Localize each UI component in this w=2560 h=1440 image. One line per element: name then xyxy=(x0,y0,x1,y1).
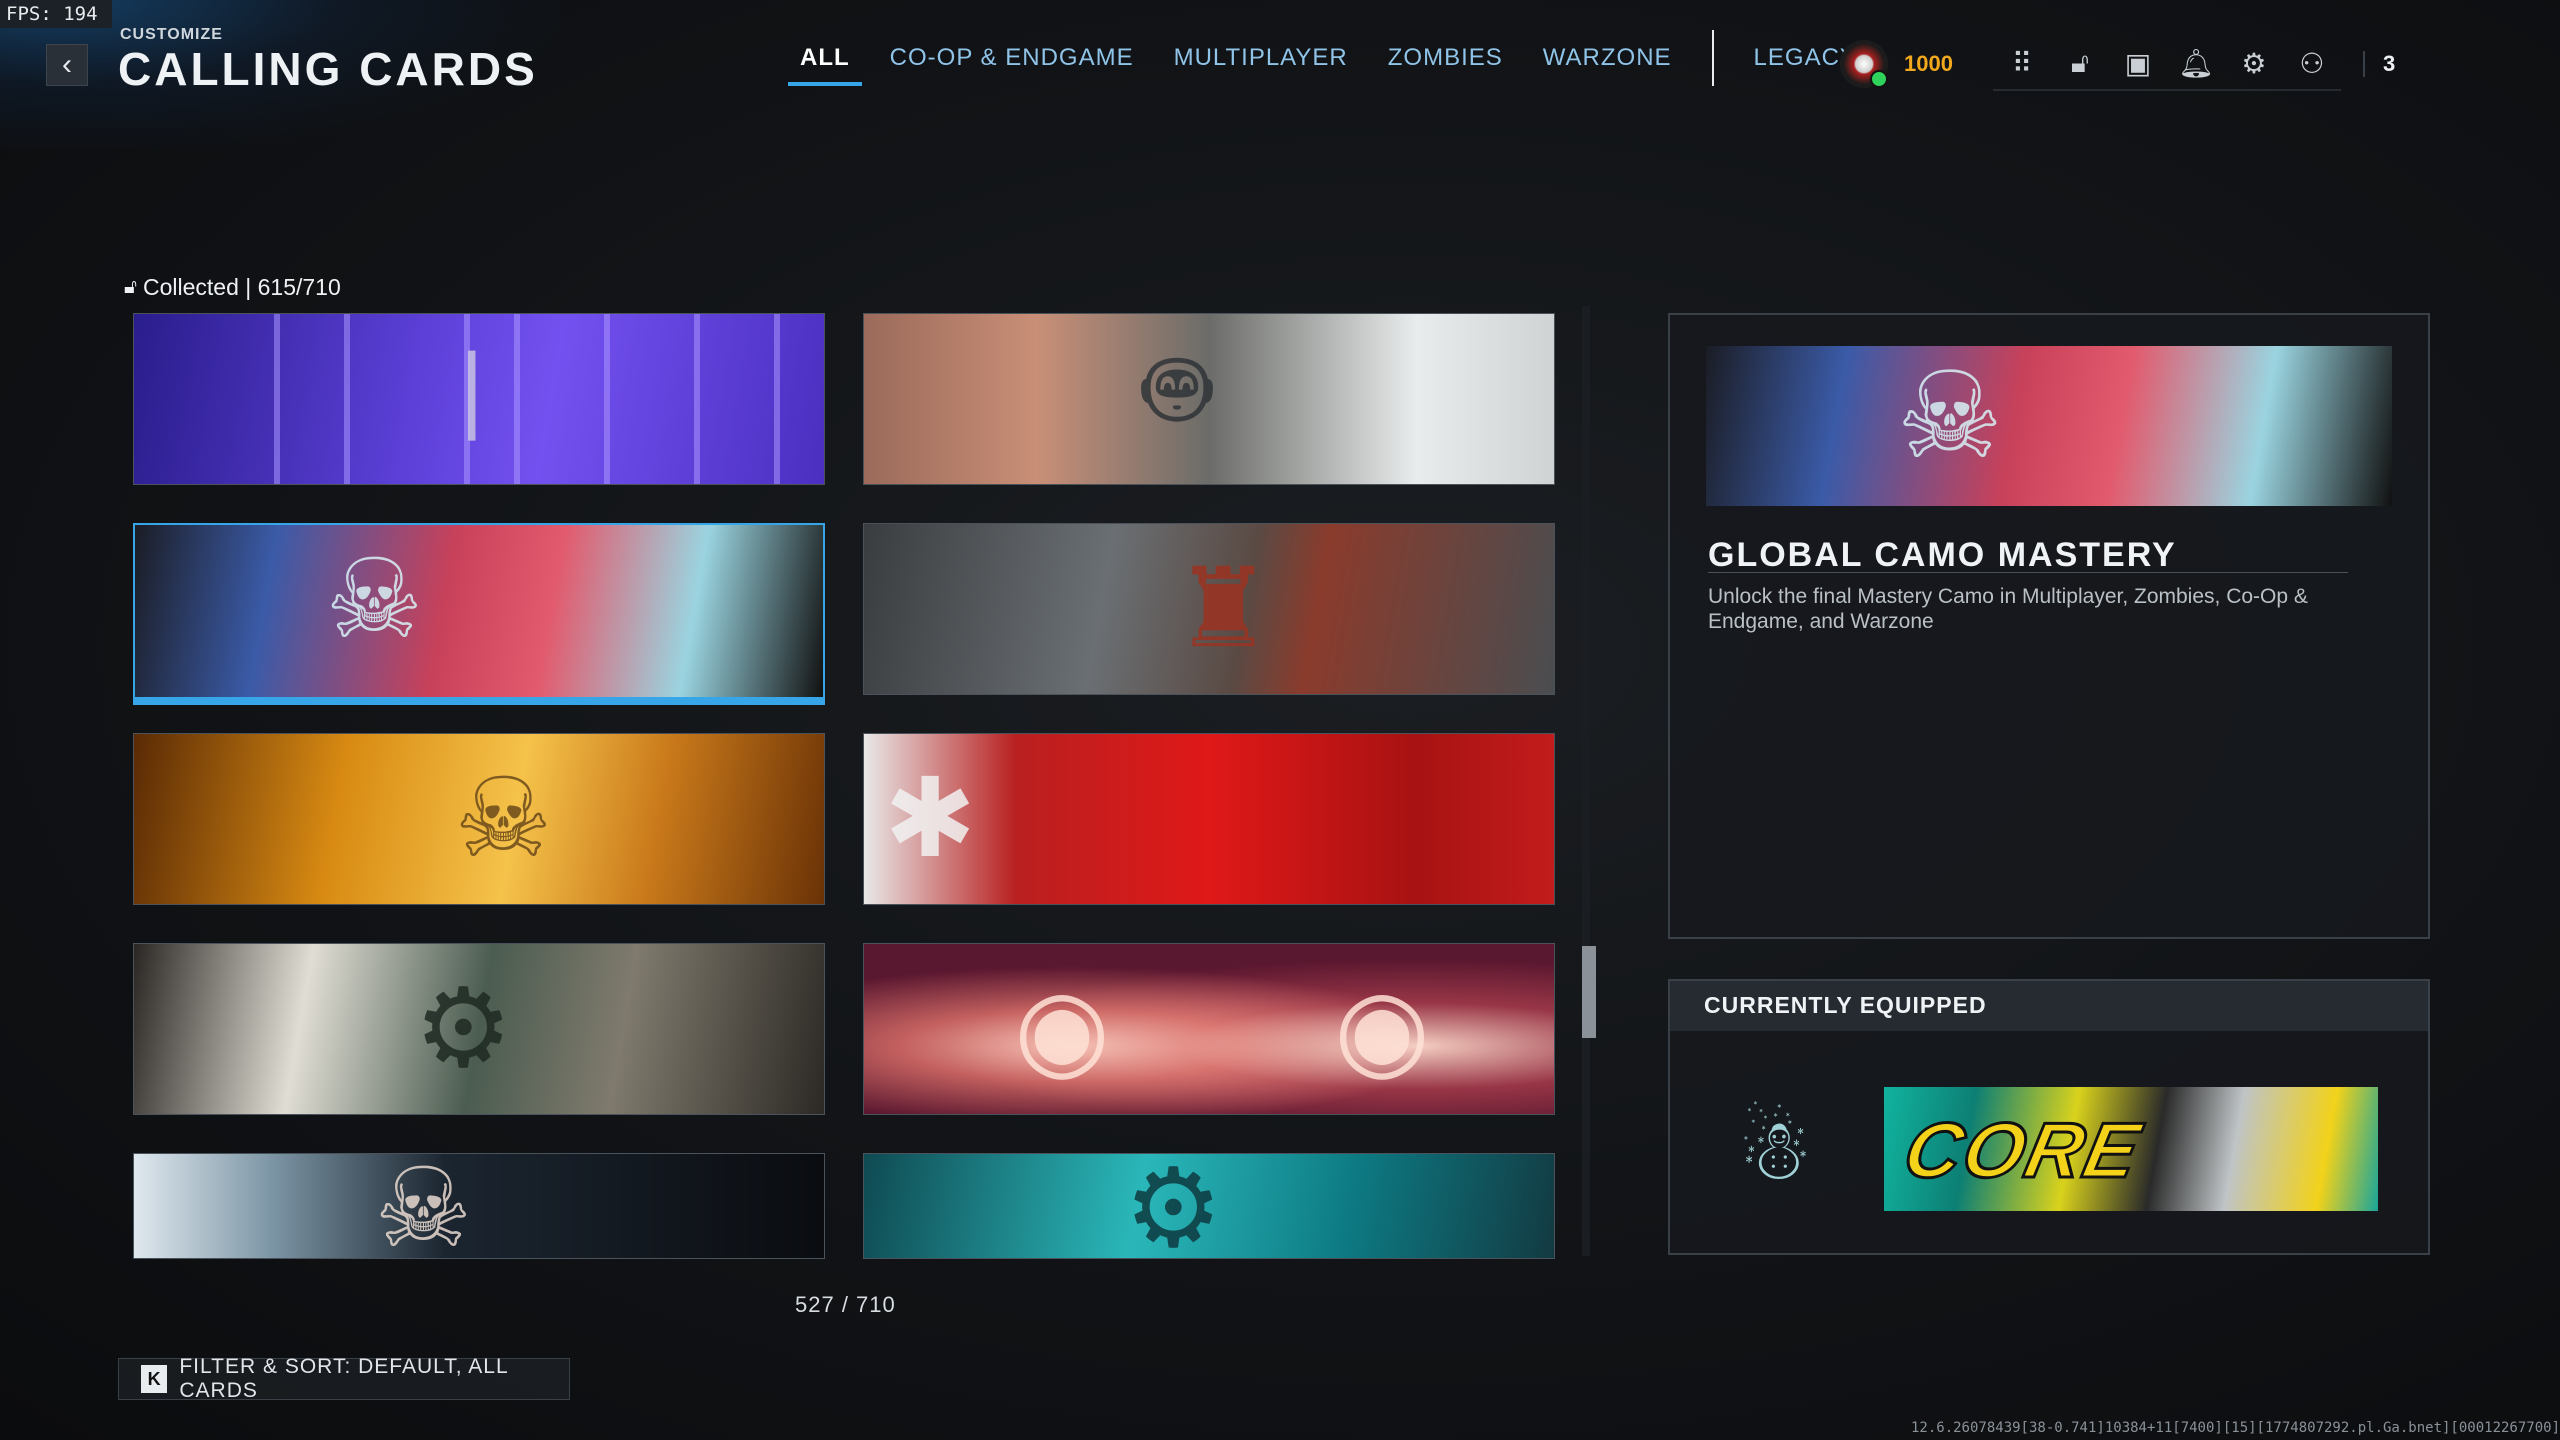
notification-bell-icon[interactable]: 🔔︎ xyxy=(2166,37,2225,91)
detail-divider xyxy=(1708,572,2348,573)
scrollbar-thumb[interactable] xyxy=(1582,946,1596,1038)
friends-count: 3 xyxy=(2362,51,2395,77)
chevron-left-icon: ‹ xyxy=(62,48,72,81)
hud-bar: 1000 ⠿ 🔓︎ ▣ 🔔︎ ⚙ ⚇ 3 xyxy=(1840,37,2395,91)
tab-divider xyxy=(1711,30,1714,86)
feather-icon: ❘ xyxy=(434,339,510,439)
calling-card-red-soldier[interactable]: ♜ xyxy=(863,523,1555,695)
equipped-emblem[interactable]: ☃ xyxy=(1720,1090,1830,1210)
calling-card-mech-desert[interactable]: 🤖︎ xyxy=(863,313,1555,485)
calling-card-purple-feather[interactable]: ❘ xyxy=(133,313,825,485)
build-version-string: 12.6.26078439[38-0.741]10384+11[7400][15… xyxy=(1910,1420,2560,1436)
mech-icon: ⚙ xyxy=(414,967,513,1090)
page-title: CALLING CARDS xyxy=(118,43,538,95)
eye-icon: ◉ xyxy=(1334,967,1430,1090)
tab-warzone[interactable]: WARZONE xyxy=(1543,44,1672,80)
skull-icon: ☠ xyxy=(454,757,553,880)
equipped-calling-card[interactable]: CORE xyxy=(1884,1087,2378,1211)
unlock-icon: 🔓︎ xyxy=(124,276,137,298)
eye-icon: ◉ xyxy=(1014,967,1110,1090)
back-button[interactable]: ‹ xyxy=(46,44,88,86)
calling-card-glowing-eyes[interactable]: ◉ ◉ xyxy=(863,943,1555,1115)
robot-icon: 🤖︎ xyxy=(1144,327,1210,450)
emblem-creature-icon: ☃ xyxy=(1737,1103,1813,1197)
store-icon[interactable]: ▣ xyxy=(2108,37,2167,91)
selected-card-preview: ☠ xyxy=(1706,346,2392,506)
scrollbar-track[interactable] xyxy=(1582,306,1590,1256)
grid-menu-icon[interactable]: ⠿ xyxy=(1992,37,2051,91)
tab-coop-endgame[interactable]: CO-OP & ENDGAME xyxy=(890,44,1134,80)
wasp-icon: ✱ xyxy=(884,757,977,880)
filter-sort-label: FILTER & SORT: DEFAULT, ALL CARDS xyxy=(179,1355,508,1402)
settings-gear-icon[interactable]: ⚙ xyxy=(2224,37,2283,91)
calling-card-neon-skull-selected[interactable]: ☠ xyxy=(133,523,825,699)
filter-sort-button[interactable]: K FILTER & SORT: DEFAULT, ALL CARDS xyxy=(118,1355,570,1402)
selected-card-title: GLOBAL CAMO MASTERY xyxy=(1708,536,2177,574)
tab-zombies[interactable]: ZOMBIES xyxy=(1388,44,1503,80)
player-avatar[interactable] xyxy=(1840,40,1888,88)
calling-card-skull-pistol[interactable]: ☠ xyxy=(133,1153,825,1259)
unlock-icon[interactable]: 🔓︎ xyxy=(2050,37,2109,91)
equipped-card-text: CORE xyxy=(1895,1105,2150,1196)
calling-card-golden-skull[interactable]: ☠ xyxy=(133,733,825,905)
online-status-dot xyxy=(1870,70,1888,88)
skull-icon: ☠ xyxy=(325,538,424,661)
tab-multiplayer[interactable]: MULTIPLAYER xyxy=(1174,44,1348,80)
selected-card-description: Unlock the final Mastery Camo in Multipl… xyxy=(1708,585,2308,633)
key-hint: K xyxy=(141,1365,168,1393)
calling-card-teal-mech[interactable]: ⚙ xyxy=(863,1153,1555,1259)
tab-all[interactable]: ALL xyxy=(788,44,862,86)
skull-icon: ☠ xyxy=(374,1153,473,1259)
mech-icon: ⚙ xyxy=(1124,1153,1223,1259)
skull-icon: ☠ xyxy=(1896,349,2004,483)
friends-icon[interactable]: ⚇ xyxy=(2282,37,2341,91)
fps-counter: FPS: 194 xyxy=(0,0,112,28)
card-position-counter: 527 / 710 xyxy=(795,1292,896,1317)
collected-label: Collected | 615/710 xyxy=(142,274,341,300)
equipped-title: CURRENTLY EQUIPPED xyxy=(1704,992,1987,1018)
category-tabs: ALL CO-OP & ENDGAME MULTIPLAYER ZOMBIES … xyxy=(788,30,1897,86)
collected-count: 🔓︎ Collected | 615/710 xyxy=(124,274,341,301)
calling-card-red-wasp[interactable]: ✱ xyxy=(863,733,1555,905)
cod-points: 1000 xyxy=(1904,51,1953,76)
soldier-icon: ♜ xyxy=(1174,547,1273,670)
calling-card-mech-collage[interactable]: ⚙ xyxy=(133,943,825,1115)
